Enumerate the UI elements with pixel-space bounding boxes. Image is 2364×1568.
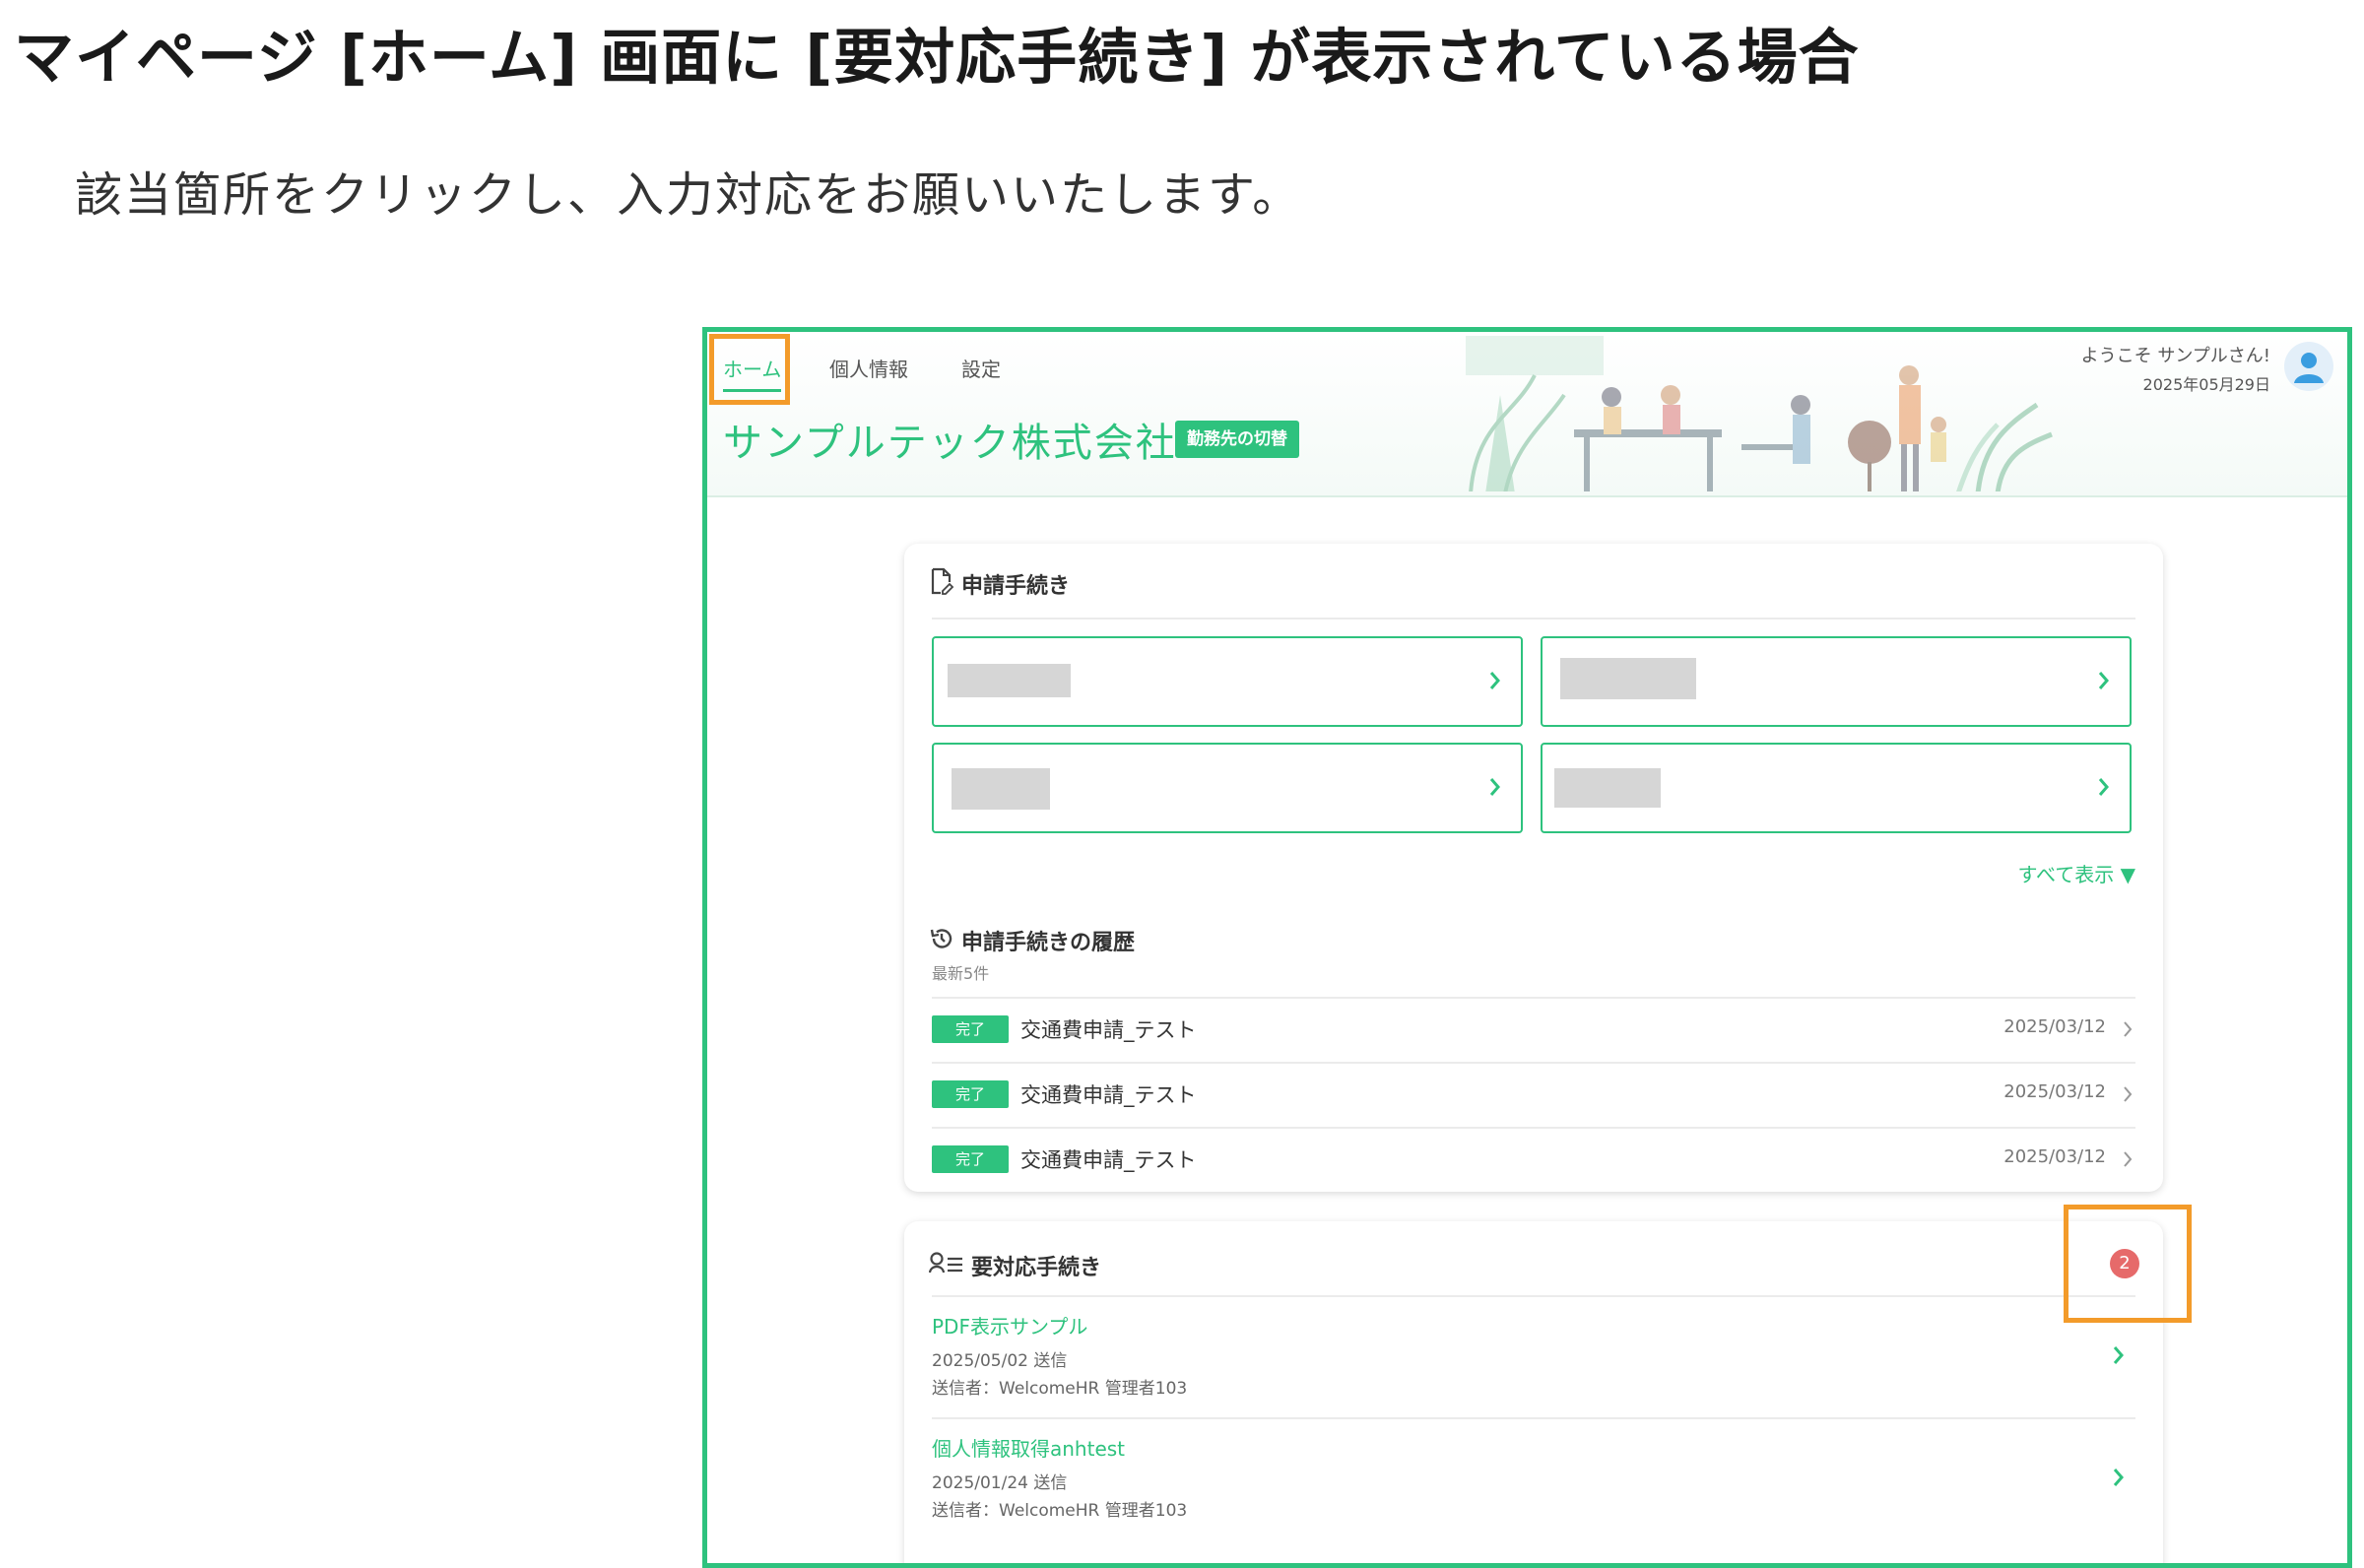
action-item-sender: 送信者：WelcomeHR 管理者103 xyxy=(932,1379,1188,1399)
status-badge: 完了 xyxy=(932,1145,1009,1173)
chevron-right-icon xyxy=(2124,1021,2133,1037)
row-divider xyxy=(932,997,2135,999)
chevron-right-icon xyxy=(2098,672,2109,689)
action-item[interactable]: PDF表示サンプル 2025/05/02 送信 送信者：WelcomeHR 管理… xyxy=(932,1297,2135,1417)
tab-personal-info[interactable]: 個人情報 xyxy=(829,354,908,382)
status-badge: 完了 xyxy=(932,1080,1009,1108)
header-illustration xyxy=(1466,336,2053,491)
card-divider xyxy=(932,618,2135,620)
current-date: 2025年05月29日 xyxy=(2142,375,2270,394)
history-item-name: 交通費申請_テスト xyxy=(1020,1018,1197,1042)
row-divider xyxy=(932,1127,2135,1129)
screenshot-frame: ホーム 個人情報 設定 サンプルテック株式会社 勤務先の切替 ようこそ サンプル… xyxy=(702,327,2352,1568)
chevron-right-icon xyxy=(2113,1346,2124,1364)
redacted-label xyxy=(1560,658,1696,699)
row-divider xyxy=(932,1062,2135,1064)
user-icon xyxy=(2294,353,2324,383)
redacted-label xyxy=(1554,768,1661,808)
redacted-label xyxy=(952,768,1050,810)
action-item-date: 2025/05/02 送信 xyxy=(932,1351,1068,1371)
history-item-date: 2025/03/12 xyxy=(2003,1146,2106,1167)
history-subtitle: 最新5件 xyxy=(932,964,990,983)
chevron-right-icon xyxy=(1489,778,1500,796)
history-item-date: 2025/03/12 xyxy=(2003,1016,2106,1037)
history-title: 申請手続きの履歴 xyxy=(961,931,1136,955)
chevron-right-icon xyxy=(2098,778,2109,796)
applications-card: 申請手続き すべて表示 ▼ 申請手続きの履歴 最新5件 完了 交通費申請_テスト… xyxy=(904,544,2163,1192)
document-instruction: 該当箇所をクリックし、入力対応をお願いいたします。 xyxy=(75,167,1302,223)
action-required-title: 要対応手続き xyxy=(971,1256,1102,1280)
welcome-message: ようこそ サンプルさん! xyxy=(2080,346,2270,366)
status-badge: 完了 xyxy=(932,1015,1009,1043)
history-row[interactable]: 完了 交通費申請_テスト 2025/03/12 xyxy=(932,1062,2135,1125)
application-tile-3[interactable] xyxy=(932,743,1523,833)
action-item-date: 2025/01/24 送信 xyxy=(932,1473,1068,1493)
home-tab-highlight xyxy=(709,334,790,405)
chevron-right-icon xyxy=(2113,1469,2124,1486)
show-all-link[interactable]: すべて表示 ▼ xyxy=(2017,859,2135,887)
document-title: マイページ [ホーム] 画面に [要対応手続き] が表示されている場合 xyxy=(14,23,1860,93)
applications-title: 申請手続き xyxy=(961,574,1071,599)
redacted-label xyxy=(948,664,1071,697)
history-item-name: 交通費申請_テスト xyxy=(1020,1148,1197,1172)
history-item-date: 2025/03/12 xyxy=(2003,1081,2106,1102)
pending-count-highlight xyxy=(2064,1205,2192,1323)
company-name: サンプルテック株式会社 xyxy=(723,421,1177,466)
user-list-icon xyxy=(929,1252,962,1274)
application-tile-2[interactable] xyxy=(1541,636,2132,727)
history-row[interactable]: 完了 交通費申請_テスト 2025/03/12 xyxy=(932,1127,2135,1190)
chevron-right-icon xyxy=(1489,672,1500,689)
application-tile-1[interactable] xyxy=(932,636,1523,727)
application-tile-4[interactable] xyxy=(1541,743,2132,833)
history-item-name: 交通費申請_テスト xyxy=(1020,1083,1197,1107)
action-item-name: 個人情報取得anhtest xyxy=(932,1437,1126,1461)
tab-settings-label: 設定 xyxy=(961,358,1001,381)
history-icon xyxy=(930,929,952,948)
action-required-card: 要対応手続き 2 PDF表示サンプル 2025/05/02 送信 送信者：Wel… xyxy=(904,1221,2163,1563)
document-edit-icon xyxy=(931,567,954,595)
history-row[interactable]: 完了 交通費申請_テスト 2025/03/12 xyxy=(932,997,2135,1060)
action-item-sender: 送信者：WelcomeHR 管理者103 xyxy=(932,1501,1188,1521)
app-header: ホーム 個人情報 設定 サンプルテック株式会社 勤務先の切替 ようこそ サンプル… xyxy=(707,332,2347,497)
avatar[interactable] xyxy=(2284,342,2333,391)
switch-employer-button[interactable]: 勤務先の切替 xyxy=(1175,421,1299,458)
action-item-name: PDF表示サンプル xyxy=(932,1315,1088,1339)
tab-settings[interactable]: 設定 xyxy=(961,354,1001,382)
chevron-right-icon xyxy=(2124,1151,2133,1167)
tab-personal-info-label: 個人情報 xyxy=(829,358,908,381)
chevron-right-icon xyxy=(2124,1086,2133,1102)
action-item[interactable]: 個人情報取得anhtest 2025/01/24 送信 送信者：WelcomeH… xyxy=(932,1419,2135,1539)
